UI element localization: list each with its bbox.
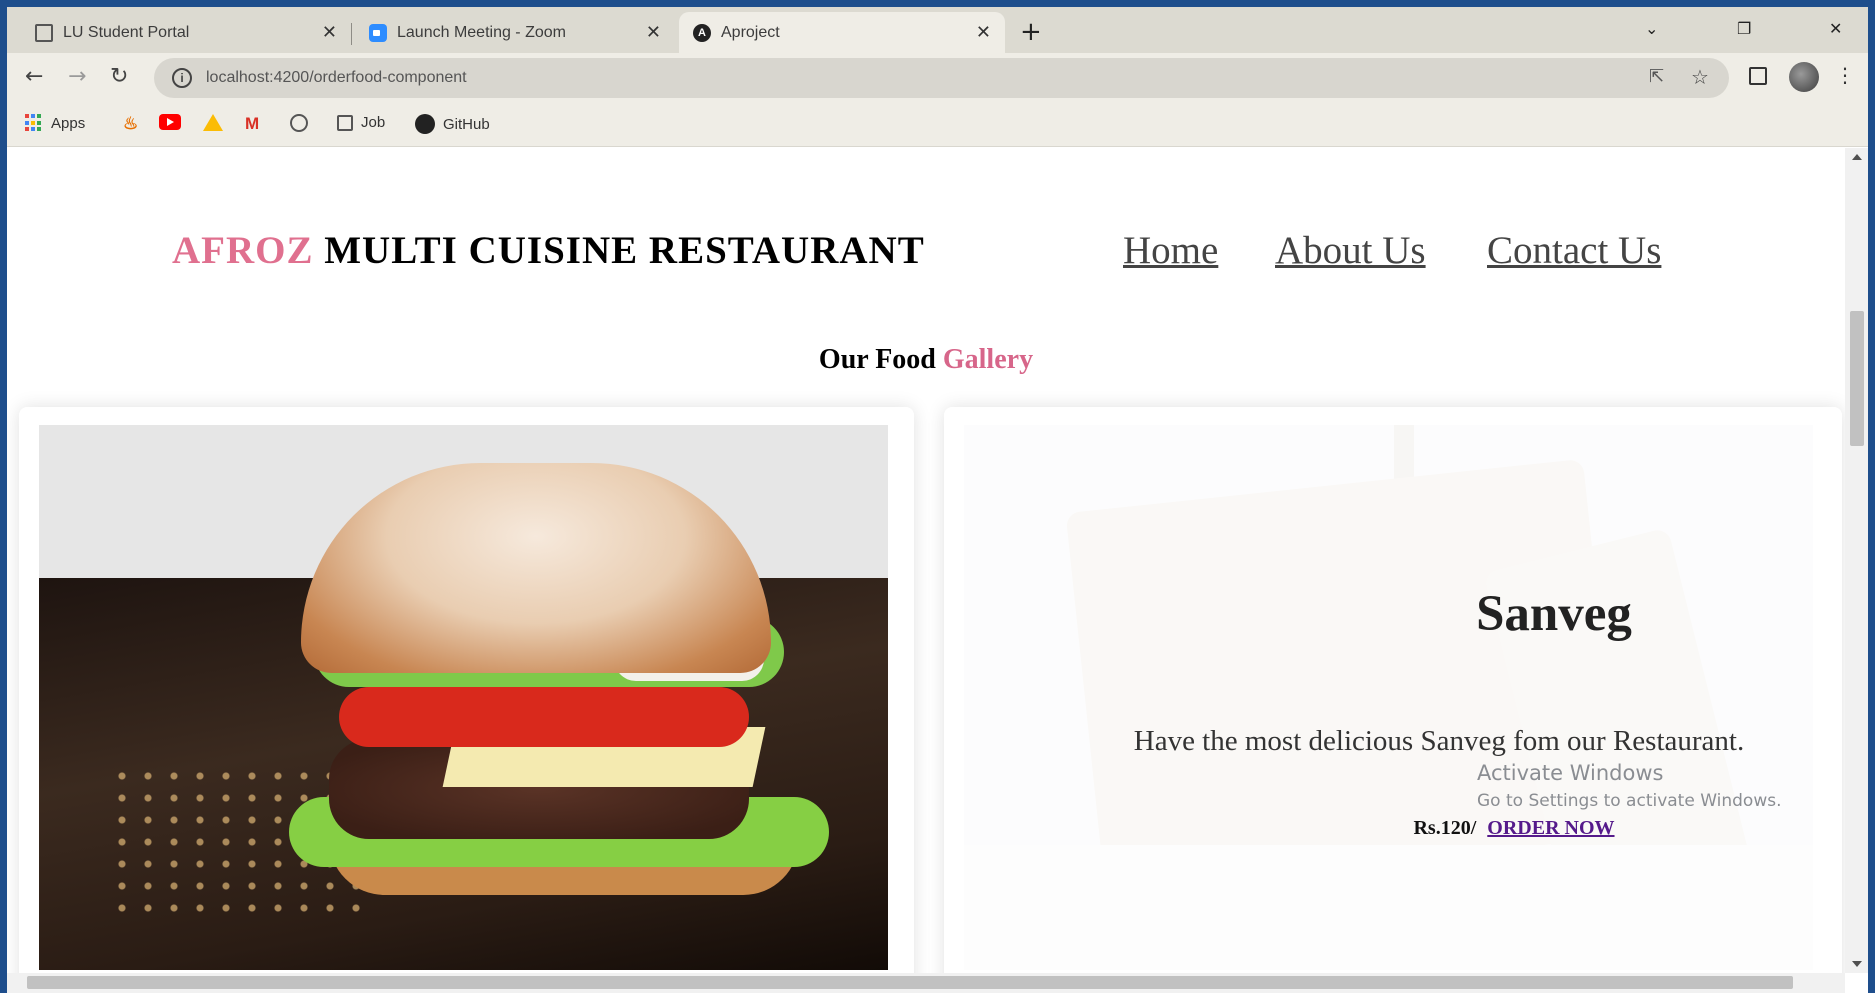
back-arrow-icon[interactable]: ←	[25, 65, 43, 89]
address-bar[interactable]: i localhost:4200/orderfood-component ⇱ ☆	[154, 58, 1729, 98]
tab-strip: LU Student Portal ✕ Launch Meeting - Zoo…	[7, 7, 1868, 53]
bookmark-globe[interactable]	[290, 114, 308, 132]
minimize-button[interactable]: ⌄	[1645, 19, 1658, 38]
window-close-button[interactable]: ✕	[1829, 19, 1842, 38]
close-icon[interactable]: ✕	[322, 22, 337, 43]
bookmark-label: Job	[361, 114, 386, 131]
tab-separator	[351, 23, 352, 45]
scroll-down-arrow-icon[interactable]	[1852, 961, 1862, 967]
forward-arrow-icon[interactable]: →	[68, 65, 86, 89]
kebab-menu-icon[interactable]: ⋮	[1835, 63, 1855, 87]
bookmark-apps[interactable]: Apps	[25, 114, 85, 132]
job-icon	[337, 114, 353, 131]
bookmark-java[interactable]: ♨	[123, 114, 138, 134]
new-tab-button[interactable]: +	[1020, 19, 1042, 45]
globe-icon	[290, 114, 308, 132]
angular-icon: A	[693, 23, 711, 42]
gallery-title-accent: Gallery	[942, 344, 1034, 375]
share-icon[interactable]: ⇱	[1649, 66, 1664, 87]
close-icon[interactable]: ✕	[976, 22, 991, 43]
gallery-heading: Our Food Gallery	[7, 344, 1845, 376]
bookmark-label: Apps	[51, 114, 86, 132]
burger-image	[39, 425, 888, 970]
tab-zoom[interactable]: Launch Meeting - Zoom ✕	[355, 12, 675, 53]
bookmark-youtube[interactable]	[159, 114, 181, 130]
reload-icon[interactable]: ↻	[110, 65, 128, 89]
watermark-line1: Activate Windows	[1477, 761, 1664, 785]
nav-home-link[interactable]: Home	[1123, 228, 1218, 273]
food-card-sanveg: Sanveg Have the most delicious Sanveg fo…	[944, 407, 1842, 973]
food-title: Sanveg	[1476, 586, 1632, 642]
google-drive-icon	[203, 114, 223, 131]
url-text[interactable]: localhost:4200/orderfood-component	[206, 69, 467, 87]
scroll-up-arrow-icon[interactable]	[1852, 154, 1862, 160]
github-icon	[415, 114, 435, 134]
horizontal-scrollbar[interactable]	[7, 973, 1845, 993]
java-icon: ♨	[123, 114, 139, 133]
horizontal-scroll-thumb[interactable]	[27, 976, 1793, 989]
nav-contact-link[interactable]: Contact Us	[1487, 228, 1661, 273]
order-now-link[interactable]: ORDER NOW	[1487, 817, 1614, 839]
page-viewport: AFROZ MULTI CUISINE RESTAURANT Home Abou…	[7, 148, 1845, 973]
youtube-icon	[159, 114, 181, 130]
activate-windows-watermark: Activate Windows Go to Settings to activ…	[1477, 761, 1782, 811]
apps-grid-icon	[25, 114, 43, 132]
food-price: Rs.120/	[1413, 817, 1477, 839]
gmail-icon: M	[245, 114, 260, 133]
tab-aproject[interactable]: A Aproject ✕	[679, 12, 1005, 53]
profile-avatar[interactable]	[1789, 62, 1819, 92]
restore-button[interactable]: ❐	[1737, 19, 1751, 38]
zoom-icon	[369, 23, 387, 42]
bookmarks-bar: Apps ♨ M Job GitHub	[7, 103, 1868, 147]
browser-toolbar: ← → ↻ i localhost:4200/orderfood-compone…	[7, 53, 1868, 103]
sandwich-image: Sanveg Have the most delicious Sanveg fo…	[964, 425, 1813, 970]
portal-icon	[35, 23, 53, 42]
gallery-title: Our Food	[818, 344, 936, 375]
bookmark-job[interactable]: Job	[337, 114, 385, 131]
side-panel-icon[interactable]	[1749, 67, 1767, 85]
tab-label: LU Student Portal	[63, 23, 190, 41]
restaurant-brand: AFROZ MULTI CUISINE RESTAURANT	[172, 228, 925, 273]
food-card-burger	[19, 407, 914, 973]
price-row: Rs.120/ ORDER NOW	[1264, 817, 1764, 840]
tab-label: Aproject	[721, 23, 780, 41]
vertical-scrollbar[interactable]	[1845, 148, 1868, 973]
tab-label: Launch Meeting - Zoom	[397, 23, 566, 41]
close-icon[interactable]: ✕	[646, 22, 661, 43]
food-description: Have the most delicious Sanveg fom our R…	[1133, 725, 1745, 757]
bookmark-drive[interactable]	[203, 114, 223, 131]
brand-name: MULTI CUISINE RESTAURANT	[324, 229, 925, 272]
vertical-scroll-thumb[interactable]	[1850, 311, 1864, 446]
watermark-line2: Go to Settings to activate Windows.	[1477, 791, 1782, 811]
bookmark-star-icon[interactable]: ☆	[1691, 65, 1709, 89]
brand-accent: AFROZ	[172, 229, 314, 272]
browser-window: LU Student Portal ✕ Launch Meeting - Zoo…	[7, 7, 1868, 993]
tab-student-portal[interactable]: LU Student Portal ✕	[21, 12, 351, 53]
bookmark-github[interactable]: GitHub	[415, 114, 490, 134]
bookmark-label: GitHub	[443, 115, 490, 133]
site-info-icon[interactable]: i	[172, 68, 192, 88]
bookmark-gmail[interactable]: M	[245, 114, 259, 134]
nav-about-link[interactable]: About Us	[1275, 228, 1426, 273]
